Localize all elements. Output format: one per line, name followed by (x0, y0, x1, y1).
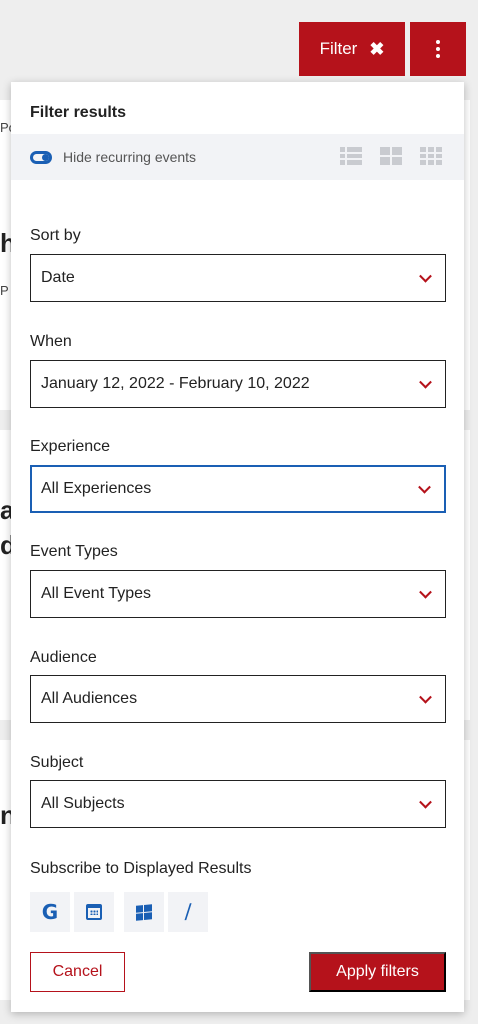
more-vertical-icon (436, 40, 440, 44)
toggle-icon[interactable] (30, 151, 52, 164)
subject-select[interactable]: All Subjects (30, 780, 446, 828)
close-icon: ✖ (369, 38, 385, 59)
sort-by-select[interactable]: Date (30, 254, 446, 302)
when-label: When (30, 333, 72, 350)
panel-title: Filter results (30, 104, 127, 121)
chevron-down-icon (418, 480, 431, 494)
calendar-icon[interactable] (74, 892, 114, 932)
windows-icon[interactable] (124, 892, 164, 932)
event-types-value: All Event Types (41, 585, 151, 602)
audience-value: All Audiences (41, 690, 138, 707)
hide-recurring-label[interactable]: Hide recurring events (63, 149, 196, 165)
audience-label: Audience (30, 649, 97, 666)
more-vertical-icon (436, 47, 440, 51)
rss-glyph: ⧸ (184, 901, 192, 923)
subject-value: All Subjects (41, 795, 125, 812)
apply-filters-button[interactable]: Apply filters (309, 952, 446, 992)
background-text: P (0, 283, 9, 298)
windows-glyph (136, 903, 152, 921)
calendar-glyph (86, 904, 102, 920)
chevron-down-icon (419, 795, 432, 809)
chevron-down-icon (419, 269, 432, 283)
cancel-button[interactable]: Cancel (30, 952, 125, 992)
experience-value: All Experiences (41, 480, 152, 497)
experience-label: Experience (30, 438, 111, 455)
audience-select[interactable]: All Audiences (30, 675, 446, 723)
grid-3-view-icon[interactable] (420, 147, 442, 165)
filter-panel: Filter results Hide recurring events Sor… (11, 82, 464, 1012)
when-select[interactable]: January 12, 2022 - February 10, 2022 (30, 360, 446, 408)
chevron-down-icon (419, 585, 432, 599)
event-types-select[interactable]: All Event Types (30, 570, 446, 618)
subject-label: Subject (30, 754, 84, 771)
sort-by-value: Date (41, 269, 75, 286)
more-options-button[interactable] (410, 22, 466, 76)
filter-toggle-button[interactable]: Filter ✖ (299, 22, 405, 76)
google-calendar-icon[interactable]: G (30, 892, 70, 932)
chevron-down-icon (419, 375, 432, 389)
grid-2-view-icon[interactable] (380, 147, 402, 165)
list-view-icon[interactable] (340, 147, 362, 165)
chevron-down-icon (419, 690, 432, 704)
experience-select[interactable]: All Experiences (30, 465, 446, 513)
filter-button-label: Filter (319, 39, 358, 58)
event-types-label: Event Types (30, 543, 118, 560)
rss-icon[interactable]: ⧸ (168, 892, 208, 932)
google-glyph: G (41, 900, 59, 924)
more-vertical-icon (436, 54, 440, 58)
subscribe-label: Subscribe to Displayed Results (30, 860, 252, 877)
recurring-bar: Hide recurring events (11, 134, 464, 180)
sort-by-label: Sort by (30, 227, 81, 244)
when-value: January 12, 2022 - February 10, 2022 (41, 375, 310, 392)
